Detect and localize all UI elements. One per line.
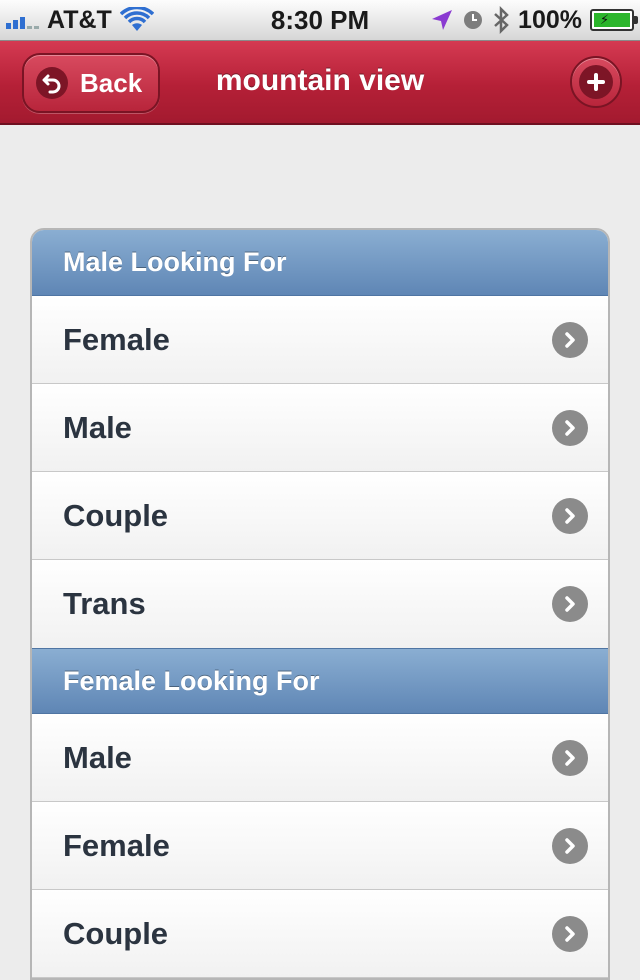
list-item-label: Female bbox=[63, 322, 170, 357]
list-item-label: Couple bbox=[63, 916, 169, 951]
plus-icon bbox=[579, 65, 613, 99]
list-item-label: Female bbox=[63, 828, 170, 863]
list-item-label: Male bbox=[63, 740, 132, 775]
page-title: mountain view bbox=[215, 64, 425, 97]
list-item[interactable]: Female bbox=[32, 296, 608, 384]
list-item[interactable]: Couple bbox=[32, 890, 608, 978]
list-item-label: Couple bbox=[63, 498, 169, 533]
battery-charging-icon: ⚡ bbox=[590, 9, 638, 31]
add-button[interactable] bbox=[570, 56, 622, 108]
chevron-right-icon bbox=[552, 740, 588, 776]
list-item[interactable]: Couple bbox=[32, 472, 608, 560]
list-item-label: Male bbox=[63, 410, 132, 445]
back-button[interactable]: Back bbox=[22, 53, 160, 113]
list-item[interactable]: Male bbox=[32, 384, 608, 472]
bluetooth-icon bbox=[494, 6, 509, 34]
back-arrow-icon bbox=[36, 67, 68, 99]
chevron-right-icon bbox=[552, 586, 588, 622]
status-right: 100% ⚡ bbox=[430, 0, 638, 40]
section-header-male: Male Looking For bbox=[32, 230, 608, 296]
list-item-label: Trans bbox=[63, 586, 146, 621]
location-arrow-icon bbox=[432, 10, 453, 30]
chevron-right-icon bbox=[552, 916, 588, 952]
list-item[interactable]: Trans bbox=[32, 560, 608, 648]
battery-percent: 100% bbox=[518, 5, 582, 34]
status-bar: AT&T 8:30 PM 100% ⚡ bbox=[0, 0, 640, 41]
chevron-right-icon bbox=[552, 498, 588, 534]
alarm-clock-icon bbox=[464, 11, 483, 29]
chevron-right-icon bbox=[552, 828, 588, 864]
navigation-bar: Back mountain view bbox=[0, 41, 640, 125]
list-item[interactable]: Male bbox=[32, 714, 608, 802]
section-header-female: Female Looking For bbox=[32, 648, 608, 714]
back-button-label: Back bbox=[80, 67, 143, 98]
chevron-right-icon bbox=[552, 410, 588, 446]
chevron-right-icon bbox=[552, 322, 588, 358]
list-item[interactable]: Female bbox=[32, 802, 608, 890]
looking-for-list: Male Looking For Female Male Couple Tran… bbox=[30, 228, 610, 980]
